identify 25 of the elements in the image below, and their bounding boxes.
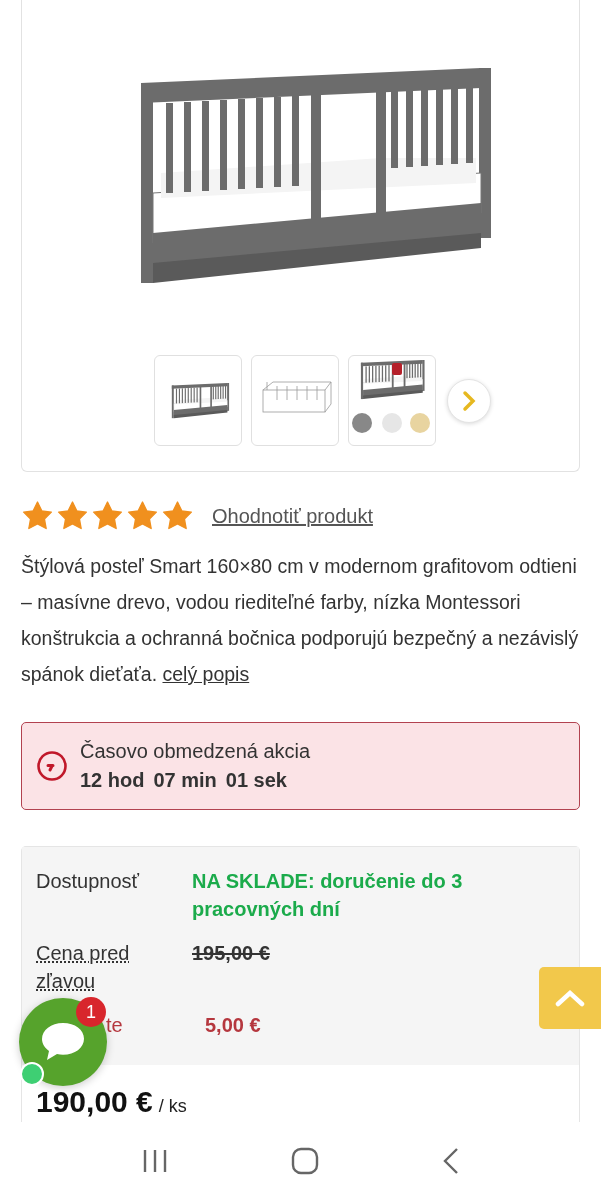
countdown-value: 07 min — [153, 769, 217, 792]
countdown-value: 12 hod — [80, 769, 145, 792]
info-label: te — [106, 1013, 123, 1038]
info-label: Cena pred zľavou — [36, 941, 131, 994]
speech-bubble-icon — [40, 1021, 86, 1063]
offer-title: Časovo obmedzená akcia — [80, 740, 311, 763]
product-description: Štýlová posteľ Smart 160×80 cm v modernom grafitovom odtieni – masívne drevo, vodou riediteľné farby, nízka Montessori konštrukcia a ochranná bočnica podporujú bezpečný a nezávislý spánok dieťaťa. celý popis — [21, 554, 580, 687]
clock-icon — [36, 750, 68, 782]
price: 190,00 € — [36, 1085, 153, 1119]
info-value: 195,00 € — [192, 941, 271, 966]
info-value: NA SKLADE: doručenie do 3 pracovných dní — [192, 869, 464, 922]
price-unit: / ks — [158, 1096, 187, 1117]
product-thumbnail[interactable] — [154, 355, 242, 446]
rate-product-link[interactable]: Ohodnotiť produkt — [212, 504, 373, 528]
full-description-link[interactable]: celý popis — [162, 663, 250, 685]
bed-drawing — [360, 359, 425, 399]
chevron-up-icon — [555, 988, 585, 1008]
back-icon[interactable] — [441, 1147, 460, 1175]
info-value: 5,00 € — [204, 1013, 262, 1038]
product-thumbnail[interactable] — [251, 355, 339, 446]
home-icon[interactable] — [290, 1147, 319, 1175]
info-label: Dostupnosť — [36, 869, 141, 894]
chevron-right-icon — [462, 389, 476, 412]
countdown-value: 01 sek — [225, 769, 287, 792]
recent-apps-icon[interactable] — [141, 1149, 168, 1173]
